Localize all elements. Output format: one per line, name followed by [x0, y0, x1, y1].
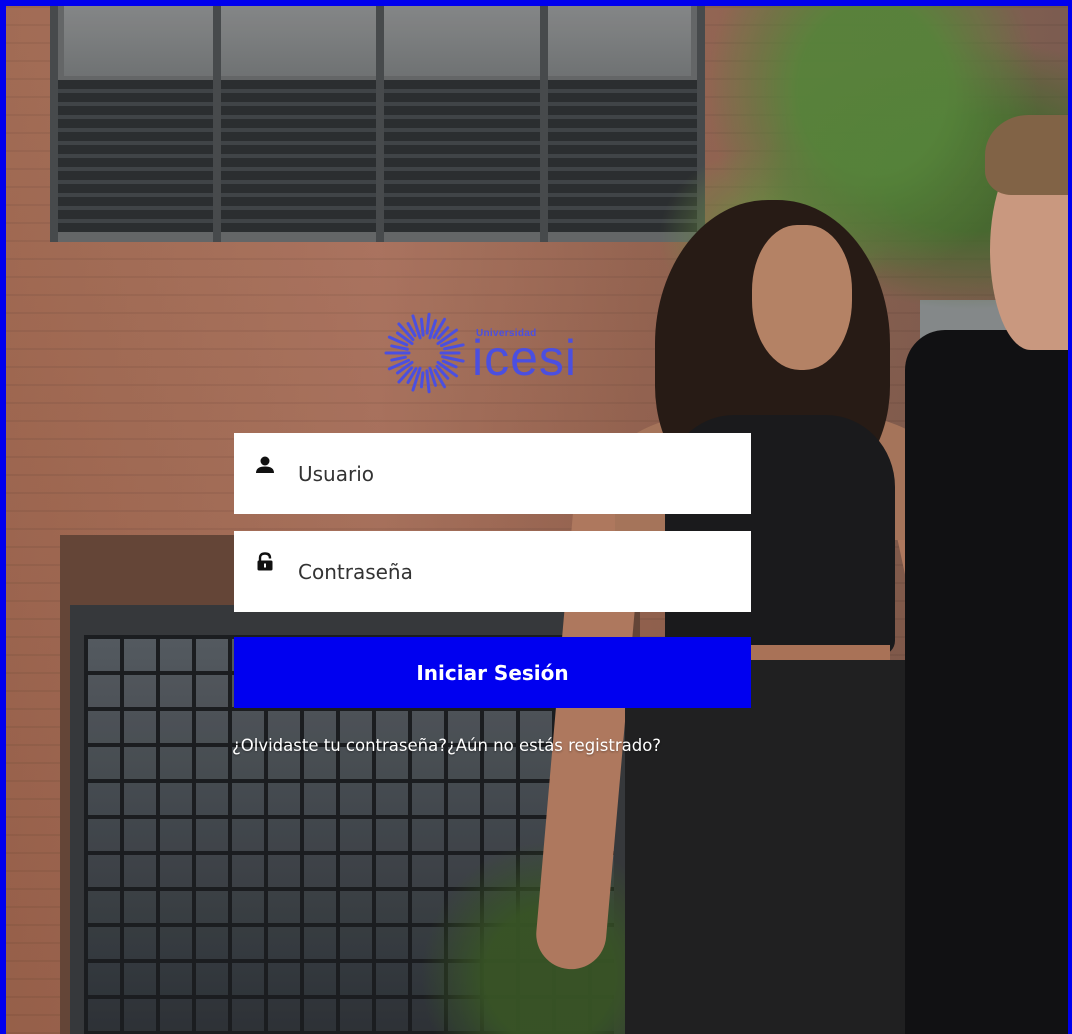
logo-ray — [443, 343, 465, 351]
logo-ray — [425, 312, 431, 335]
background-overlay — [6, 6, 1068, 1034]
forgot-password-link[interactable]: ¿Olvidaste tu contraseña? — [232, 736, 447, 755]
logo-ray — [441, 355, 465, 363]
password-field[interactable] — [234, 531, 751, 612]
auth-links: ¿Olvidaste tu contraseña?¿Aún no estás r… — [232, 736, 792, 764]
register-link[interactable]: ¿Aún no estás registrado? — [447, 736, 661, 755]
top-border — [0, 0, 1072, 6]
lock-icon — [257, 552, 273, 571]
password-input[interactable] — [298, 531, 738, 612]
login-button[interactable]: Iniciar Sesión — [234, 637, 751, 708]
username-field[interactable] — [234, 433, 751, 514]
logo-big-text: icesi — [472, 330, 578, 386]
username-input[interactable] — [298, 433, 738, 514]
logo-ray — [390, 355, 407, 362]
user-icon — [256, 456, 274, 473]
right-border — [1068, 0, 1072, 1034]
logo-ray — [419, 317, 425, 337]
sun-burst-logo-icon — [384, 312, 465, 394]
left-border — [0, 0, 6, 1034]
login-page: Universidad icesi Iniciar Sesión ¿Olvida… — [0, 0, 1072, 1034]
logo-ray — [425, 369, 431, 394]
university-logo: Universidad icesi — [384, 312, 614, 394]
logo-ray — [390, 344, 409, 351]
logo-ray — [419, 371, 425, 389]
